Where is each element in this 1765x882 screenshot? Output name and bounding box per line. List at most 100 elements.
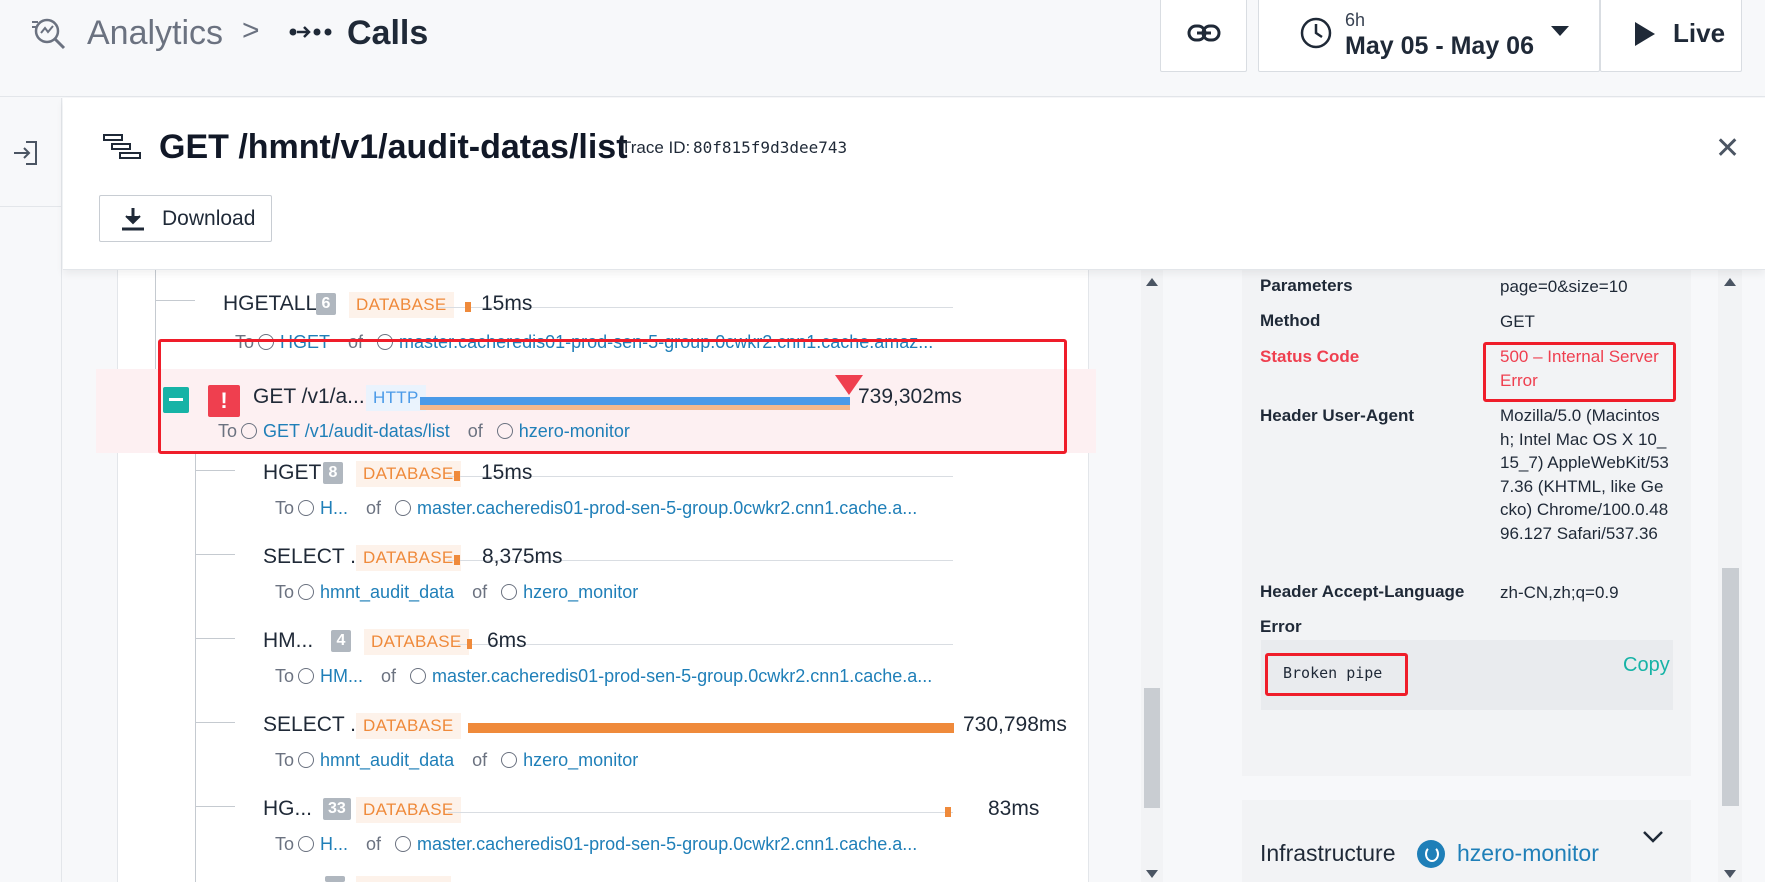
chevron-down-icon[interactable] bbox=[1642, 830, 1664, 844]
analytics-search-icon bbox=[32, 18, 66, 50]
scrollbar-thumb[interactable] bbox=[1722, 568, 1739, 806]
timeline-bar bbox=[465, 302, 471, 312]
span-count-badge: 6 bbox=[316, 293, 336, 315]
timeline-bar bbox=[467, 639, 472, 649]
span-duration: 83ms bbox=[988, 797, 1040, 820]
span-count-badge: 4 bbox=[331, 630, 351, 652]
host-link[interactable]: master.cacheredis01-prod-sen-5-group.0cw… bbox=[399, 332, 933, 352]
target-link[interactable]: H... bbox=[320, 498, 348, 518]
service-icon bbox=[298, 584, 315, 600]
span-name: HGETALL bbox=[223, 292, 318, 315]
infrastructure-service-link[interactable]: hzero-monitor bbox=[1457, 840, 1652, 867]
error-label: Error bbox=[1260, 617, 1302, 636]
trace-waterfall-icon bbox=[103, 134, 141, 159]
status-code-label: Status Code bbox=[1260, 347, 1360, 366]
target-link[interactable]: hmnt_audit_data bbox=[320, 750, 454, 770]
span-duration: 6ms bbox=[487, 629, 527, 652]
details-scrollbar[interactable] bbox=[1718, 270, 1742, 882]
detail-label: Header Accept-Language bbox=[1260, 582, 1465, 601]
span-type-tag: HTTP bbox=[366, 385, 426, 411]
trace-id-label: Trace ID: bbox=[621, 138, 691, 157]
service-icon bbox=[298, 752, 315, 768]
span-row-selected[interactable]: ! GET /v1/a... HTTP 739,302ms To GET /v1/… bbox=[96, 369, 1096, 453]
download-button[interactable]: Download bbox=[99, 195, 272, 242]
database-icon bbox=[410, 668, 427, 684]
span-target: To hmnt_audit_data of hzero_monitor bbox=[275, 582, 638, 603]
span-name: HG... bbox=[263, 797, 313, 820]
of-label: of bbox=[472, 750, 488, 770]
timeline-bar bbox=[454, 555, 460, 565]
span-target: To H... of master.cacheredis01-prod-sen-5-g… bbox=[275, 834, 917, 855]
database-icon bbox=[501, 752, 518, 768]
live-label: Live bbox=[1673, 18, 1726, 48]
timeline-track bbox=[448, 812, 953, 813]
to-label: To bbox=[235, 332, 255, 352]
left-rail bbox=[0, 98, 62, 882]
target-link[interactable]: HGET bbox=[280, 332, 330, 352]
host-link[interactable]: master.cacheredis01-prod-sen-5-group.0cw… bbox=[432, 666, 932, 686]
service-icon bbox=[298, 836, 315, 852]
to-label: To bbox=[275, 666, 295, 686]
host-link[interactable]: master.cacheredis01-prod-sen-5-group.0cw… bbox=[417, 834, 917, 854]
scrollbar-thumb[interactable] bbox=[1144, 688, 1160, 808]
expand-sidebar-icon[interactable] bbox=[12, 138, 42, 168]
span-type-tag: DATABASE bbox=[356, 797, 461, 823]
link-icon bbox=[1187, 24, 1221, 42]
scroll-down-icon[interactable] bbox=[1146, 870, 1158, 878]
scroll-up-icon[interactable] bbox=[1724, 278, 1736, 286]
copy-link-button[interactable] bbox=[1160, 0, 1247, 72]
infrastructure-card[interactable]: Infrastructure hzero-monitor bbox=[1242, 800, 1691, 882]
host-link[interactable]: hzero-monitor bbox=[519, 421, 630, 441]
span-count-badge: 8 bbox=[323, 462, 343, 484]
infrastructure-label: Infrastructure bbox=[1260, 840, 1396, 866]
scroll-up-icon[interactable] bbox=[1146, 278, 1158, 286]
target-link[interactable]: H... bbox=[320, 834, 348, 854]
host-link[interactable]: master.cacheredis01-prod-sen-5-group.0cw… bbox=[417, 498, 917, 518]
span-type-tag: DATABASE bbox=[364, 629, 469, 655]
collapse-button[interactable] bbox=[163, 387, 189, 413]
scroll-down-icon[interactable] bbox=[1724, 870, 1736, 878]
span-row[interactable]: HGETALL 6 DATABASE 15ms To HGET of master.c… bbox=[118, 284, 1090, 368]
detail-label: Method bbox=[1260, 311, 1321, 330]
span-name: SELECT ... bbox=[263, 713, 368, 736]
breadcrumb-analytics[interactable]: Analytics bbox=[87, 14, 223, 53]
live-button[interactable]: Live bbox=[1600, 0, 1742, 72]
span-row[interactable]: HM... 4 DATABASE 6ms To HM... of master.cac… bbox=[118, 621, 1090, 705]
timeline-bar bbox=[468, 723, 954, 733]
span-row[interactable]: HGET 8 DATABASE 15ms To H... of master.cach… bbox=[118, 453, 1090, 537]
span-target: To HM... of master.cacheredis01-prod-sen-5-… bbox=[275, 666, 932, 687]
database-icon bbox=[395, 500, 412, 516]
span-name: GET /v1/a... bbox=[253, 385, 365, 408]
span-type-tag: DATABASE bbox=[356, 713, 461, 739]
of-label: of bbox=[366, 498, 382, 518]
trace-scrollbar[interactable] bbox=[1141, 270, 1163, 882]
target-link[interactable]: hmnt_audit_data bbox=[320, 582, 454, 602]
span-count-badge: 33 bbox=[323, 798, 351, 820]
copy-button[interactable]: Copy bbox=[1623, 654, 1670, 677]
to-label: To bbox=[275, 834, 295, 854]
service-icon bbox=[241, 423, 258, 439]
span-duration: 15ms bbox=[481, 461, 533, 484]
trace-title: GET /hmnt/v1/audit-datas/list bbox=[159, 128, 628, 166]
detail-value: Mozilla/5.0 (Macintosh; Intel Mac OS X 1… bbox=[1500, 406, 1669, 543]
timeline-bar bbox=[420, 397, 850, 405]
host-link[interactable]: hzero_monitor bbox=[523, 750, 638, 770]
span-row[interactable]: SELECT ... DATABASE 730,798ms To hmnt_aud… bbox=[118, 705, 1090, 789]
span-row[interactable]: HG... 33 DATABASE 83ms To H... of master.ca… bbox=[118, 789, 1090, 873]
service-power-icon bbox=[1417, 840, 1445, 868]
of-label: of bbox=[381, 666, 397, 686]
close-icon[interactable]: ✕ bbox=[1715, 134, 1740, 164]
span-target: To H... of master.cacheredis01-prod-sen-5-g… bbox=[275, 498, 917, 519]
target-link[interactable]: HM... bbox=[320, 666, 363, 686]
database-icon bbox=[501, 584, 518, 600]
span-row[interactable]: SELECT ... DATABASE 8,375ms To hmnt_audit… bbox=[118, 537, 1090, 621]
trace-tree[interactable]: HGETALL 6 DATABASE 15ms To HGET of master.c… bbox=[96, 270, 1096, 882]
target-link[interactable]: GET /v1/audit-datas/list bbox=[263, 421, 450, 441]
error-message-box: Broken pipe Copy bbox=[1261, 640, 1673, 710]
detail-label: Header User-Agent bbox=[1260, 406, 1414, 425]
host-link[interactable]: hzero_monitor bbox=[523, 582, 638, 602]
error-icon: ! bbox=[208, 385, 240, 417]
span-type-tag bbox=[356, 876, 451, 882]
time-range-picker[interactable]: 6h May 05 - May 06 bbox=[1258, 0, 1600, 72]
span-target: To hmnt_audit_data of hzero_monitor bbox=[275, 750, 638, 771]
